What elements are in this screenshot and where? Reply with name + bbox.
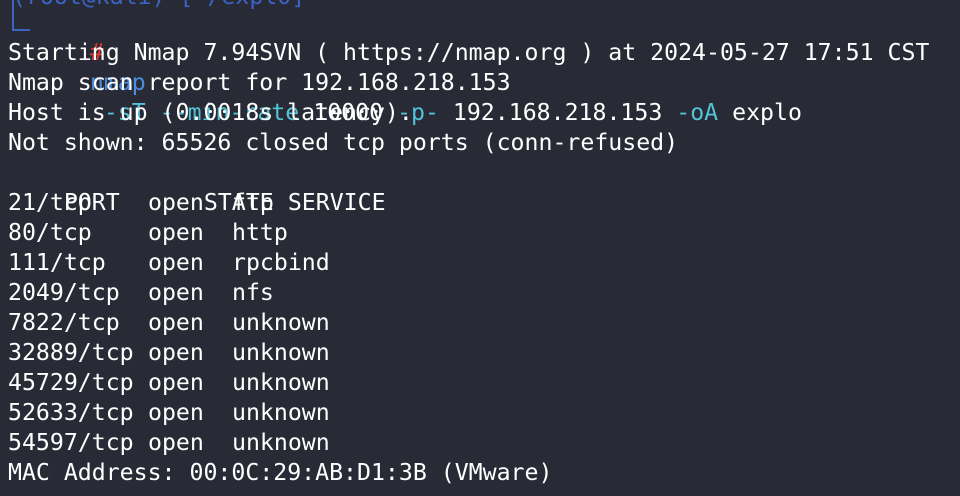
port-service: http (232, 219, 288, 246)
port-row: 45729/tcp open unknown (8, 368, 330, 398)
port-port: 80/tcp (8, 219, 92, 246)
port-port: 2049/tcp (8, 279, 120, 306)
output-starting: Starting Nmap 7.94SVN ( https://nmap.org… (8, 39, 930, 66)
command-arg: explo (732, 99, 802, 126)
port-state: open (148, 219, 204, 246)
command-arg: 192.168.218.153 (452, 99, 663, 126)
command-line: # nmap -sT --min-rate 10000 -p- 192.168.… (34, 8, 802, 126)
port-port: 21/tcp (8, 189, 92, 216)
port-row: 7822/tcp open unknown (8, 308, 330, 338)
port-service: unknown (232, 339, 330, 366)
port-row: 21/tcp open ftp (8, 188, 274, 218)
output-not-shown: Not shown: 65526 closed tcp ports (conn-… (8, 129, 679, 156)
output-host-up: Host is up (0.0018s latency). (8, 99, 413, 126)
port-port: 32889/tcp (8, 339, 134, 366)
port-table-header: PORT STATE SERVICE (8, 158, 386, 216)
port-service: unknown (232, 429, 330, 456)
port-port: 52633/tcp (8, 399, 134, 426)
port-service: unknown (232, 369, 330, 396)
port-row: 52633/tcp open unknown (8, 398, 330, 428)
port-row: 111/tcp open rpcbind (8, 248, 330, 278)
port-row: 32889/tcp open unknown (8, 338, 330, 368)
output-report: Nmap scan report for 192.168.218.153 (8, 69, 511, 96)
port-state: open (148, 429, 204, 456)
port-port: 54597/tcp (8, 429, 134, 456)
header-service: SERVICE (287, 189, 386, 216)
port-service: rpcbind (232, 249, 330, 276)
port-row: 54597/tcp open unknown (8, 428, 330, 458)
port-row: 80/tcp open http (8, 218, 288, 248)
terminal-window[interactable]: (root@kali)-[~/expl0] # nmap -sT --min-r… (8, 0, 960, 496)
port-state: open (148, 369, 204, 396)
port-service: nfs (232, 279, 274, 306)
port-port: 45729/tcp (8, 369, 134, 396)
port-state: open (148, 309, 204, 336)
port-service: ftp (232, 189, 274, 216)
output-mac: MAC Address: 00:0C:29:AB:D1:3B (VMware) (8, 459, 553, 486)
port-service: unknown (232, 399, 330, 426)
port-state: open (148, 189, 204, 216)
port-port: 111/tcp (8, 249, 106, 276)
port-service: unknown (232, 309, 330, 336)
port-state: open (148, 339, 204, 366)
port-state: open (148, 399, 204, 426)
command-arg: -oA (676, 99, 719, 126)
port-port: 7822/tcp (8, 309, 120, 336)
port-state: open (148, 249, 204, 276)
port-state: open (148, 279, 204, 306)
port-row: 2049/tcp open nfs (8, 278, 274, 308)
prompt-frame (12, 0, 30, 31)
